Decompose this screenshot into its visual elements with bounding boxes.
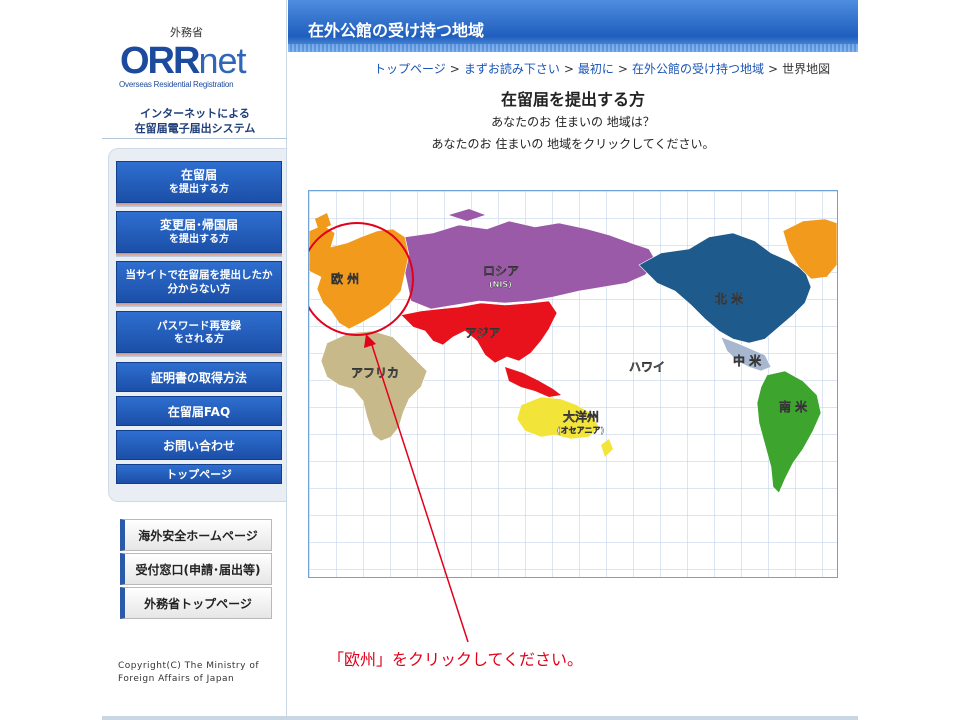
breadcrumb-read-first[interactable]: まずお読み下さい: [464, 62, 560, 76]
bottom-border: [102, 716, 858, 720]
label-russia-sub[interactable]: (NIS): [489, 280, 512, 289]
label-north-america[interactable]: 北 米: [715, 291, 745, 306]
menu-password-reset-button[interactable]: パスワード再登録 をされる方: [116, 311, 282, 353]
click-instruction: 「欧州」をクリックしてください。: [328, 650, 584, 669]
page-title: 在留届を提出する方: [500, 90, 645, 109]
label-oceania[interactable]: 大洋州: [563, 409, 599, 424]
logo-net-text: net: [198, 40, 246, 81]
label-russia[interactable]: ロシア: [483, 264, 519, 278]
breadcrumb-current: 世界地図: [782, 62, 831, 76]
breadcrumb-top[interactable]: トップページ: [374, 62, 446, 76]
overseas-safety-link[interactable]: 海外安全ホームページ: [120, 519, 272, 551]
menu-certificate-button[interactable]: 証明書の取得方法: [116, 362, 282, 392]
world-map-svg: 欧 州 ロシア (NIS) アジア アフリカ ハワイ 北 米 中 米 南 米 大…: [309, 191, 837, 577]
label-oceania-sub[interactable]: (オセアニア): [557, 426, 605, 435]
menu-change-return-button[interactable]: 変更届･帰国届 を提出する方: [116, 211, 282, 253]
label-hawaii[interactable]: ハワイ: [629, 360, 665, 374]
divider: [102, 138, 287, 139]
menu-top-page-button[interactable]: トップページ: [116, 464, 282, 484]
world-map: 欧 州 ロシア (NIS) アジア アフリカ ハワイ 北 米 中 米 南 米 大…: [308, 190, 838, 578]
orrnet-logo[interactable]: ORRnet Overseas Residential Registration: [116, 40, 276, 95]
region-question: あなたのお 住まいの 地域は？: [491, 115, 655, 129]
menu-submit-registration-button[interactable]: 在留届 を提出する方: [116, 161, 282, 203]
breadcrumb-first[interactable]: 最初に: [578, 62, 614, 76]
menu-faq-button[interactable]: 在留届FAQ: [116, 396, 282, 426]
label-asia[interactable]: アジア: [465, 326, 501, 340]
menu-contact-button[interactable]: お問い合わせ: [116, 430, 282, 460]
menu-accent: [116, 203, 282, 207]
region-prompt: あなたのお 住まいの 地域をクリックしてください。: [431, 137, 715, 151]
ministry-label: 外務省: [170, 26, 203, 39]
logo-main-text: ORR: [120, 40, 200, 82]
breadcrumb: トップページ > まずお読み下さい > 最初に > 在外公館の受け持つ地域 > 世界地図: [374, 62, 831, 76]
label-central-america[interactable]: 中 米: [733, 353, 763, 368]
label-africa[interactable]: アフリカ: [351, 366, 399, 380]
copyright: Copyright(C) The Ministry of Foreign Aff…: [118, 661, 259, 684]
menu-unsure-submitted-button[interactable]: 当サイトで在留届を提出したか 分からない方: [116, 261, 282, 303]
system-tagline: インターネットによる 在留届電子届出システム: [110, 106, 280, 136]
menu-accent: [116, 253, 282, 257]
reception-window-link[interactable]: 受付窓口(申請･届出等): [120, 553, 272, 585]
sidebar: 外務省 ORRnet Overseas Residential Registra…: [102, 0, 287, 720]
menu-accent: [116, 353, 282, 357]
page-header-title: 在外公館の受け持つ地域: [308, 21, 485, 40]
label-europe[interactable]: 欧 州: [331, 271, 360, 286]
tagline-line-1: インターネットによる: [140, 107, 250, 120]
page-frame: 外務省 ORRnet Overseas Residential Registra…: [102, 0, 858, 720]
menu-accent: [116, 303, 282, 307]
mofa-top-link[interactable]: 外務省トップページ: [120, 587, 272, 619]
label-south-america[interactable]: 南 米: [779, 399, 809, 414]
tagline-line-2: 在留届電子届出システム: [134, 122, 256, 135]
header-stripe: [288, 44, 858, 52]
logo-subtitle: Overseas Residential Registration: [119, 80, 234, 89]
breadcrumb-regions[interactable]: 在外公館の受け持つ地域: [632, 62, 764, 76]
